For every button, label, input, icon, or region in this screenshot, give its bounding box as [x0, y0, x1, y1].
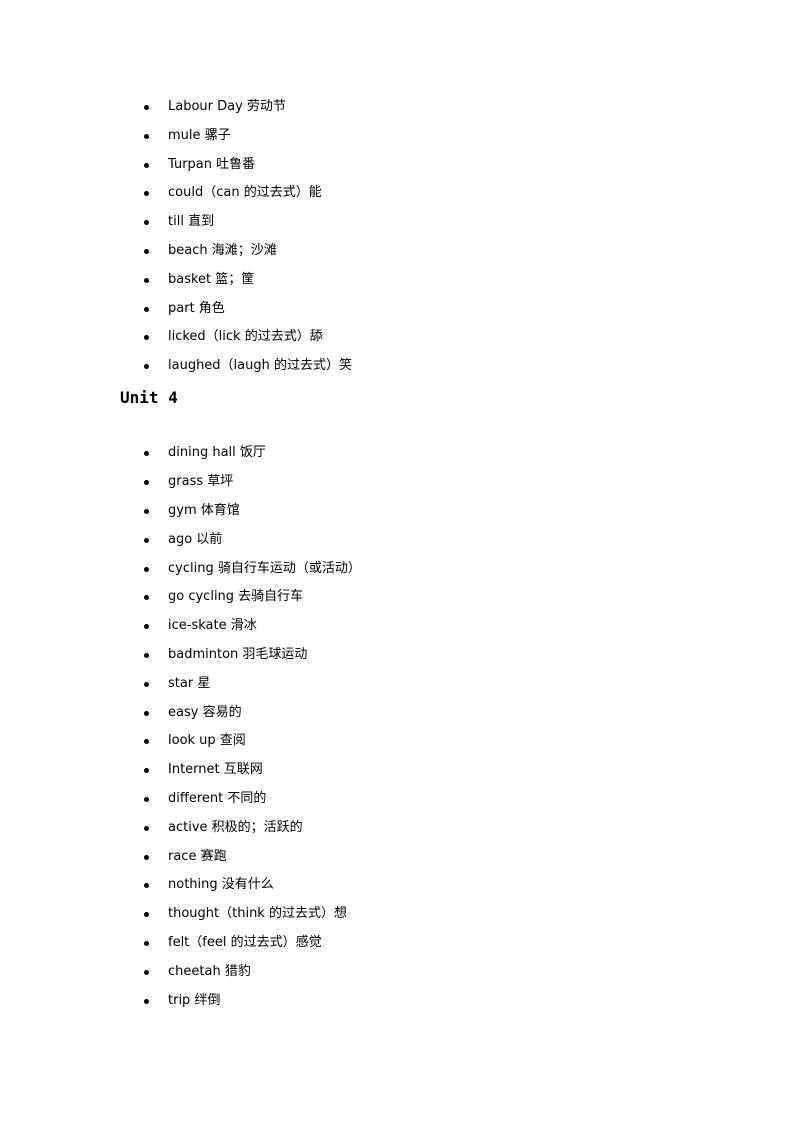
bullet-icon	[144, 797, 149, 802]
bullet-icon	[144, 278, 149, 283]
list-item: basket 篮；筐	[0, 270, 600, 290]
bullet-icon	[144, 595, 149, 600]
list-item: licked（lick 的过去式）舔	[0, 327, 600, 347]
bullet-icon	[144, 653, 149, 658]
bullet-icon	[144, 249, 149, 254]
list-item: beach 海滩；沙滩	[0, 241, 600, 261]
list-item: active 积极的；活跃的	[0, 818, 600, 838]
bullet-icon	[144, 105, 149, 110]
list-item: could（can 的过去式）能	[0, 183, 600, 203]
bullet-icon	[144, 624, 149, 629]
bullet-icon	[144, 711, 149, 716]
list-item: till 直到	[0, 212, 600, 232]
bullet-icon	[144, 941, 149, 946]
bullet-icon	[144, 191, 149, 196]
bullet-icon	[144, 364, 149, 369]
list-item: gym 体育馆	[0, 501, 600, 521]
unit-heading: Unit 4	[120, 388, 178, 407]
bullet-icon	[144, 335, 149, 340]
list-item: mule 骡子	[0, 126, 600, 146]
list-item: nothing 没有什么	[0, 875, 600, 895]
list-item: Internet 互联网	[0, 760, 600, 780]
bullet-icon	[144, 480, 149, 485]
bullet-icon	[144, 538, 149, 543]
bullet-icon	[144, 739, 149, 744]
list-item: different 不同的	[0, 789, 600, 809]
list-item: felt（feel 的过去式）感觉	[0, 933, 600, 953]
bullet-icon	[144, 163, 149, 168]
bullet-icon	[144, 682, 149, 687]
bullet-icon	[144, 768, 149, 773]
bullet-icon	[144, 826, 149, 831]
bullet-icon	[144, 134, 149, 139]
bullet-icon	[144, 912, 149, 917]
bullet-icon	[144, 999, 149, 1004]
list-item: badminton 羽毛球运动	[0, 645, 600, 665]
list-item: dining hall 饭厅	[0, 443, 600, 463]
list-item: Labour Day 劳动节	[0, 97, 600, 117]
list-item: ice-skate 滑冰	[0, 616, 600, 636]
list-item: part 角色	[0, 299, 600, 319]
bullet-icon	[144, 855, 149, 860]
list-item: race 赛跑	[0, 847, 600, 867]
bullet-icon	[144, 567, 149, 572]
list-item: ago 以前	[0, 530, 600, 550]
bullet-icon	[144, 970, 149, 975]
bullet-icon	[144, 451, 149, 456]
list-item: go cycling 去骑自行车	[0, 587, 600, 607]
list-item: Turpan 吐鲁番	[0, 155, 600, 175]
list-item: look up 查阅	[0, 731, 600, 751]
bullet-icon	[144, 883, 149, 888]
list-item: cycling 骑自行车运动（或活动）	[0, 559, 600, 579]
list-item: star 星	[0, 674, 600, 694]
list-item: grass 草坪	[0, 472, 600, 492]
list-item: cheetah 猎豹	[0, 962, 600, 982]
bullet-icon	[144, 220, 149, 225]
list-item: laughed（laugh 的过去式）笑	[0, 356, 600, 376]
list-item: trip 绊倒	[0, 991, 600, 1011]
list-item: easy 容易的	[0, 703, 600, 723]
bullet-icon	[144, 307, 149, 312]
bullet-icon	[144, 509, 149, 514]
list-item: thought（think 的过去式）想	[0, 904, 600, 924]
